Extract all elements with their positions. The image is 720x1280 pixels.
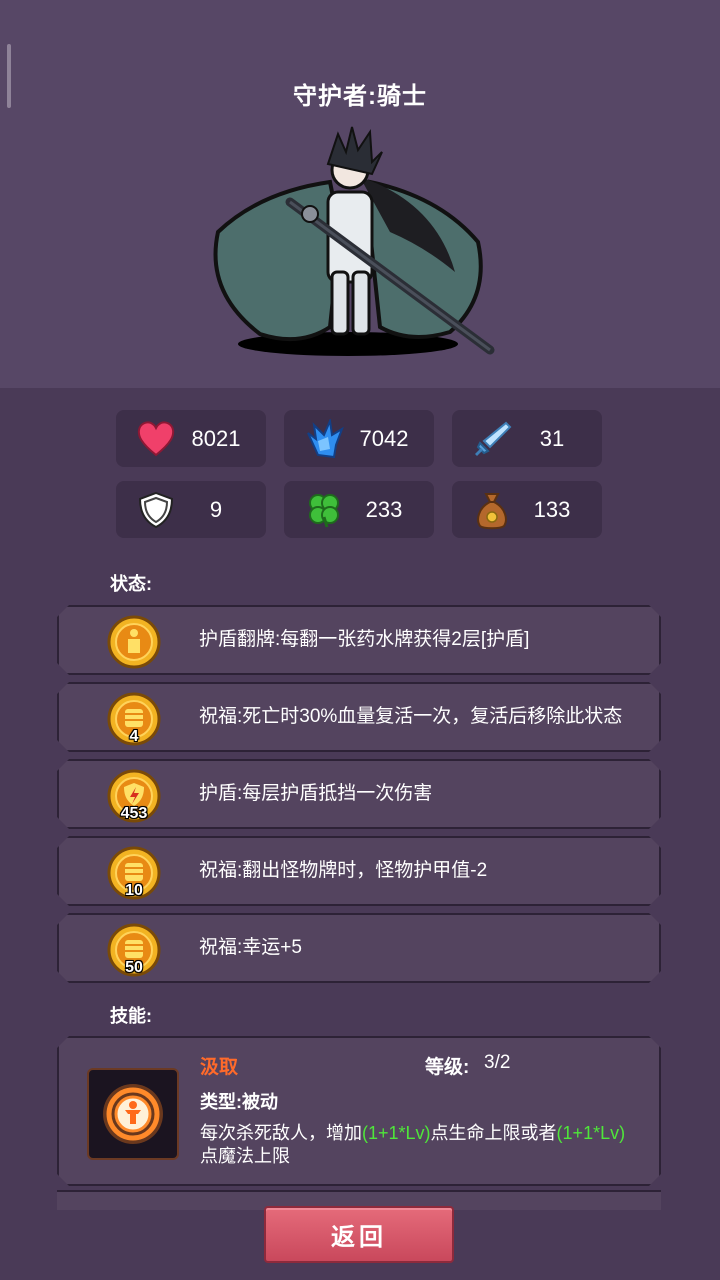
status-item[interactable]: 护盾翻牌:每翻一张药水牌获得2层[护盾]	[57, 605, 661, 675]
stat-mana: 7042	[284, 410, 434, 467]
status-item[interactable]: 50 祝福:幸运+5	[57, 913, 661, 983]
knight-portrait	[213, 126, 495, 356]
status-item[interactable]: 10 祝福:翻出怪物牌时，怪物护甲值-2	[57, 836, 661, 906]
status-text: 祝福:幸运+5	[199, 937, 302, 958]
money-bag-icon	[472, 490, 512, 530]
status-text: 护盾翻牌:每翻一张药水牌获得2层[护盾]	[199, 629, 530, 650]
skill-level-label: 等级:	[425, 1057, 470, 1078]
status-item[interactable]: 453 护盾:每层护盾抵挡一次伤害	[57, 759, 661, 829]
clover-icon	[304, 490, 344, 530]
skill-name: 汲取	[200, 1057, 239, 1078]
heart-icon	[136, 419, 176, 459]
shield-bearer-badge-icon	[107, 615, 161, 669]
skills-section-label: 技能:	[110, 1006, 152, 1026]
stat-health: 8021	[116, 410, 266, 467]
stat-defense: 9	[116, 481, 266, 538]
mana-crystal-icon	[304, 418, 344, 459]
status-text: 祝福:死亡时30%血量复活一次，复活后移除此状态	[199, 706, 623, 727]
stat-attack: 31	[452, 410, 602, 467]
status-section-label: 状态:	[110, 574, 152, 594]
shield-icon	[136, 490, 176, 530]
status-text: 护盾:每层护盾抵挡一次伤害	[199, 783, 433, 804]
skill-level-value: 3/2	[484, 1052, 511, 1073]
skill-icon-frame	[87, 1068, 179, 1160]
sword-icon	[472, 419, 512, 459]
stat-gold: 133	[452, 481, 602, 538]
skill-description: 每次杀死敌人，增加(1+1*Lv)点生命上限或者(1+1*Lv)点魔法上限	[200, 1123, 626, 1166]
status-item[interactable]: 4 祝福:死亡时30%血量复活一次，复活后移除此状态	[57, 682, 661, 752]
back-button[interactable]: 返回	[264, 1206, 454, 1263]
skill-type: 类型:被动	[200, 1092, 278, 1112]
stat-luck: 233	[284, 481, 434, 538]
drain-skill-icon	[97, 1078, 169, 1150]
status-text: 祝福:翻出怪物牌时，怪物护甲值-2	[199, 860, 488, 881]
skill-card[interactable]: 汲取 等级: 3/2 类型:被动 每次杀死敌人，增加(1+1*Lv)点生命上限或…	[57, 1036, 661, 1186]
character-title: 守护者:骑士	[293, 83, 427, 110]
